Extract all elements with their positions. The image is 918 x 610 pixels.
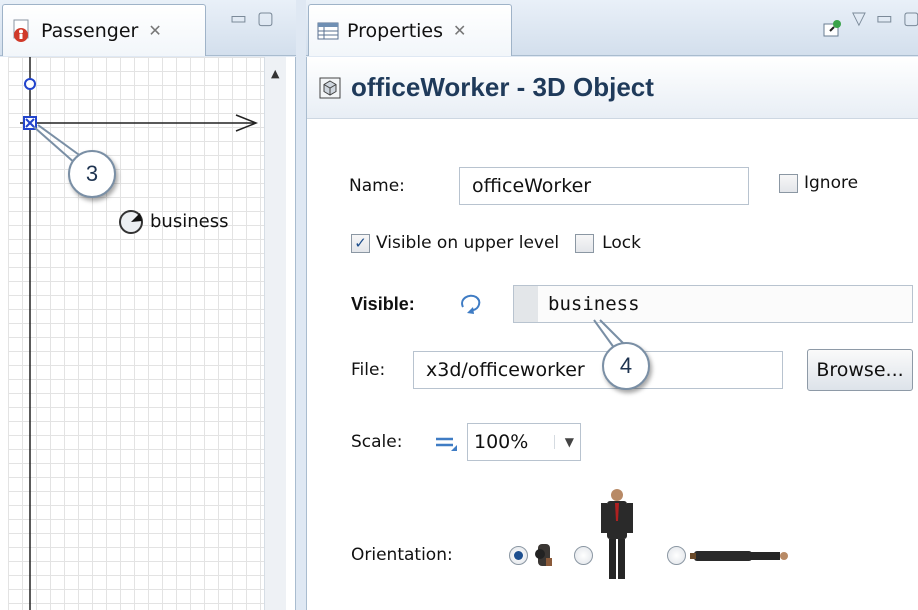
object-label: business [150, 211, 229, 232]
orientation-radio-3[interactable] [667, 545, 686, 565]
callout-3-pointer [33, 124, 83, 165]
passenger-tabbar: Passenger ✕ ▭ ▢ [0, 0, 296, 56]
minimize-icon[interactable]: ▭ [876, 8, 893, 29]
lock-checkbox[interactable] [575, 233, 595, 253]
chevron-down-icon[interactable]: ▼ [553, 435, 574, 449]
orientation-radio-1[interactable] [509, 545, 528, 565]
name-value: officeWorker [472, 175, 592, 197]
close-icon[interactable]: ✕ [453, 21, 466, 40]
ignore-checkbox[interactable] [779, 173, 798, 193]
passenger-canvas[interactable]: business ▲ [0, 57, 296, 610]
properties-tabbar: Properties ✕ ▽ ▭ ▢ [306, 0, 918, 56]
maximize-icon[interactable]: ▢ [257, 8, 274, 29]
tab-passenger-label: Passenger [41, 19, 139, 42]
passenger-agent-icon [11, 19, 33, 43]
name-label: Name: [349, 176, 405, 196]
worker-lying-image [690, 545, 790, 565]
maximize-icon[interactable]: ▢ [903, 8, 918, 29]
visible-expression-field[interactable]: business [513, 285, 913, 323]
properties-table-icon [317, 22, 339, 40]
callout-4: 4 [602, 342, 650, 390]
visible-label: Visible: [351, 293, 415, 314]
browse-button[interactable]: Browse... [807, 349, 913, 391]
orientation-label: Orientation: [351, 545, 453, 565]
callout-3: 3 [68, 150, 116, 198]
view-menu-icon[interactable]: ▽ [852, 8, 866, 29]
worker-top-view-image [532, 538, 556, 572]
3d-object-icon [319, 77, 341, 99]
visible-upper-checkbox[interactable]: ✓ [351, 233, 370, 253]
worker-standing-image [597, 487, 637, 583]
tab-passenger[interactable]: Passenger ✕ [2, 4, 206, 56]
vertical-scrollbar[interactable]: ▲ [264, 57, 286, 610]
tab-properties-label: Properties [347, 19, 444, 42]
properties-title-bar: officeWorker - 3D Object [307, 57, 918, 119]
orientation-radio-2[interactable] [574, 545, 593, 565]
name-field[interactable]: officeWorker [459, 167, 749, 205]
scale-label: Scale: [351, 432, 403, 452]
tab-properties[interactable]: Properties ✕ [308, 4, 512, 56]
scroll-up-icon[interactable]: ▲ [271, 67, 279, 80]
file-value: x3d/officeworker [426, 359, 585, 381]
scale-value: 100% [474, 431, 529, 453]
lock-label: Lock [602, 233, 641, 253]
minimize-icon[interactable]: ▭ [230, 8, 247, 29]
file-label: File: [351, 360, 386, 380]
properties-view: Properties ✕ ▽ ▭ ▢ officeWorker - 3D Obj… [306, 0, 918, 610]
dynamic-value-icon[interactable] [457, 291, 487, 317]
scale-select[interactable]: 100% ▼ [467, 423, 581, 461]
passenger-view: Passenger ✕ ▭ ▢ business ▲ 3 [0, 0, 296, 610]
visible-upper-label: Visible on upper level [376, 233, 560, 253]
pin-icon[interactable] [822, 18, 844, 40]
close-icon[interactable]: ✕ [148, 21, 161, 40]
ignore-label: Ignore [804, 173, 859, 193]
equals-static-icon[interactable] [433, 431, 459, 453]
page-title: officeWorker - 3D Object [351, 72, 654, 102]
